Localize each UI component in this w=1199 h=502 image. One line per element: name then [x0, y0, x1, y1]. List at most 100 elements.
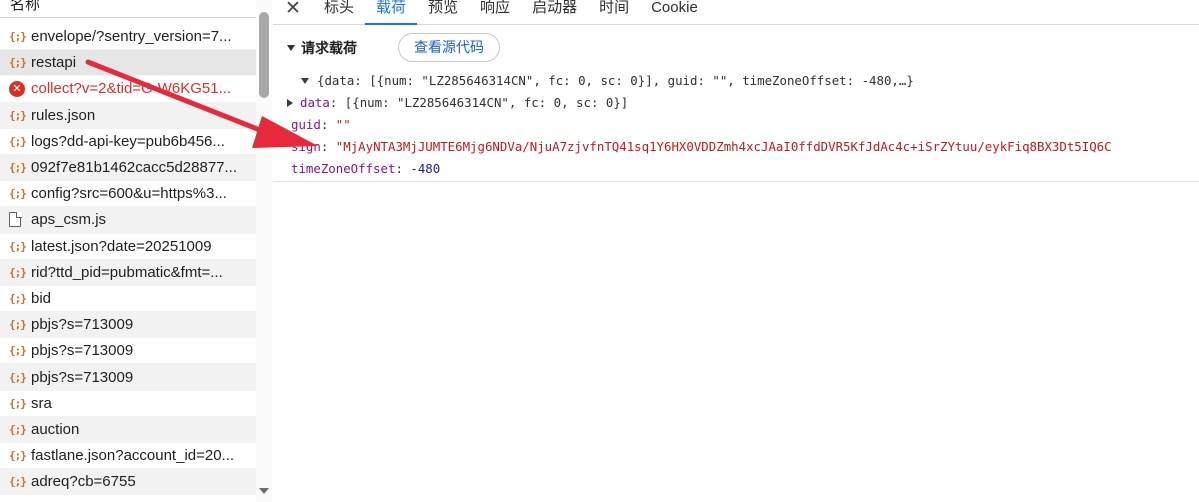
payload-divider [273, 181, 1199, 182]
request-row[interactable]: {;} fastlane.json?account_id=20... [0, 443, 256, 470]
tab-0[interactable]: 标头 [313, 0, 365, 25]
request-row[interactable]: {;} pbjs?s=713009 [0, 312, 256, 339]
request-row[interactable]: {;} pbjs?s=713009 [0, 364, 256, 391]
request-row[interactable]: {;} rid?ttd_pid=pubmatic&fmt=... [0, 259, 256, 286]
close-details-button[interactable]: ✕ [273, 0, 313, 23]
tab-1[interactable]: 载荷 [365, 0, 418, 25]
xhr-icon: {;} [9, 422, 27, 436]
tab-6[interactable]: Cookie [640, 0, 709, 25]
request-row[interactable]: ✕ collect?v=2&tid=G-W6KG51... [0, 76, 256, 103]
error-icon: ✕ [9, 80, 25, 97]
request-row[interactable]: {;} bid [0, 286, 256, 313]
payload-summary: {data: [{num: "LZ285646314CN", fc: 0, sc… [317, 73, 914, 88]
sign-value: "MjAyNTA3MjJUMTE6Mjg6NDVa/NjuA7zjvfnTQ41… [335, 139, 1112, 154]
request-payload-title: 请求载荷 [301, 40, 357, 56]
guid-key: guid [291, 117, 321, 132]
tab-4[interactable]: 启动器 [521, 0, 588, 25]
request-type-icon-wrap: {;} [9, 397, 27, 410]
request-row[interactable]: {;} rules.json [0, 102, 256, 129]
timezone-value: -480 [410, 161, 441, 176]
request-name: config?src=600&u=https%3... [31, 185, 227, 203]
request-type-icon-wrap: {;} [9, 292, 27, 305]
request-name: auction [31, 420, 80, 438]
collapsed-caret-icon[interactable] [287, 99, 293, 107]
data-value: [{num: "LZ285646314CN", fc: 0, sc: 0}] [344, 95, 629, 110]
request-name: fastlane.json?account_id=20... [31, 447, 235, 465]
details-tabbar: ✕ 标头 载荷 预览 响应 启动器 时间 Cookie [273, 0, 1199, 25]
request-name: pbjs?s=713009 [31, 368, 134, 386]
request-name: logs?dd-api-key=pub6b456... [31, 132, 225, 150]
request-name: pbjs?s=713009 [31, 342, 134, 360]
document-icon [9, 211, 22, 228]
timezone-colon: : [395, 161, 403, 176]
request-type-icon-wrap: {;} [9, 161, 27, 174]
scrollbar-thumb[interactable] [259, 12, 269, 98]
request-type-icon-wrap: {;} [9, 30, 27, 43]
request-type-icon-wrap: {;} [9, 371, 27, 384]
request-name: rules.json [31, 106, 96, 124]
request-row[interactable]: {;} sra [0, 391, 256, 417]
tab-2[interactable]: 预览 [417, 0, 469, 25]
request-payload-section-header[interactable]: 请求载荷 [287, 33, 357, 63]
request-name: latest.json?date=20251009 [31, 237, 212, 255]
request-row[interactable]: {;} auction [0, 416, 256, 443]
xhr-icon: {;} [9, 108, 27, 122]
request-name: collect?v=2&tid=G-W6KG51... [31, 80, 232, 98]
sign-colon: : [320, 139, 329, 154]
payload-data-row[interactable]: data: [{num: "LZ285646314CN", fc: 0, sc:… [287, 92, 1112, 114]
guid-value: "" [335, 117, 351, 132]
xhr-icon: {;} [9, 475, 27, 489]
request-type-icon-wrap: {;} [9, 344, 27, 357]
xhr-icon: {;} [9, 265, 27, 279]
request-type-icon-wrap: {;} [9, 187, 27, 200]
request-type-icon-wrap: {;} [9, 475, 27, 488]
request-row[interactable]: {;} latest.json?date=20251009 [0, 234, 256, 260]
request-name: adreq?cb=6755 [31, 473, 136, 491]
xhr-icon: {;} [9, 30, 27, 44]
request-name: 092f7e81b1462cacc5d28877... [31, 159, 238, 177]
request-name: rid?ttd_pid=pubmatic&fmt=... [31, 263, 223, 281]
request-row[interactable]: {;} restapi [0, 50, 256, 77]
request-type-icon-wrap: {;} [9, 449, 27, 462]
request-type-icon-wrap: {;} [9, 135, 27, 148]
request-type-icon-wrap: ✕ [9, 80, 27, 97]
request-name: envelope/?sentry_version=7... [31, 28, 232, 46]
request-name: pbjs?s=713009 [31, 316, 134, 334]
xhr-icon: {;} [9, 161, 27, 175]
request-row[interactable]: {;} config?src=600&u=https%3... [0, 181, 256, 208]
collapse-caret-icon[interactable] [287, 45, 295, 51]
request-row[interactable]: {;} 092f7e81b1462cacc5d28877... [0, 154, 256, 182]
request-row[interactable]: {;} envelope/?sentry_version=7... [0, 24, 256, 51]
request-type-icon-wrap: {;} [9, 318, 27, 331]
payload-summary-row[interactable]: {data: [{num: "LZ285646314CN", fc: 0, sc… [301, 70, 1112, 92]
xhr-icon: {;} [9, 291, 27, 305]
xhr-icon: {;} [9, 449, 27, 463]
request-row[interactable]: {;} logs?dd-api-key=pub6b456... [0, 129, 256, 155]
request-type-icon-wrap: {;} [9, 109, 27, 122]
request-name: restapi [31, 54, 77, 72]
payload-tree: {data: [{num: "LZ285646314CN", fc: 0, sc… [287, 70, 1112, 180]
request-row[interactable]: {;} pbjs?s=713009 [0, 338, 256, 365]
request-row[interactable]: {;} adreq?cb=6755 [0, 469, 256, 496]
payload-guid-row: guid: "" [291, 114, 1112, 136]
request-list-panel: 名称 {;} envelope/?sentry_version=7... {;} re… [0, 0, 272, 502]
xhr-icon: {;} [9, 370, 27, 384]
tab-3[interactable]: 响应 [469, 0, 521, 25]
request-type-icon-wrap: {;} [9, 266, 27, 279]
request-list: {;} envelope/?sentry_version=7... {;} resta… [0, 24, 256, 496]
xhr-icon: {;} [9, 134, 27, 148]
payload-timezone-row: timeZoneOffset: -480 [291, 158, 1112, 180]
view-source-button[interactable]: 查看源代码 [398, 33, 500, 62]
request-row[interactable]: aps_csm.js [0, 207, 256, 234]
expand-caret-icon[interactable] [301, 78, 309, 84]
xhr-icon: {;} [9, 344, 27, 358]
request-type-icon-wrap: {;} [9, 240, 27, 253]
sign-key: sign [291, 139, 321, 154]
scroll-down-arrow-icon[interactable] [259, 488, 269, 494]
name-column-header[interactable]: 名称 [0, 0, 256, 18]
request-list-scrollbar[interactable] [256, 0, 272, 502]
request-name: aps_csm.js [31, 211, 107, 229]
xhr-icon: {;} [9, 239, 27, 253]
request-type-icon-wrap [9, 211, 27, 228]
tab-5[interactable]: 时间 [588, 0, 640, 25]
